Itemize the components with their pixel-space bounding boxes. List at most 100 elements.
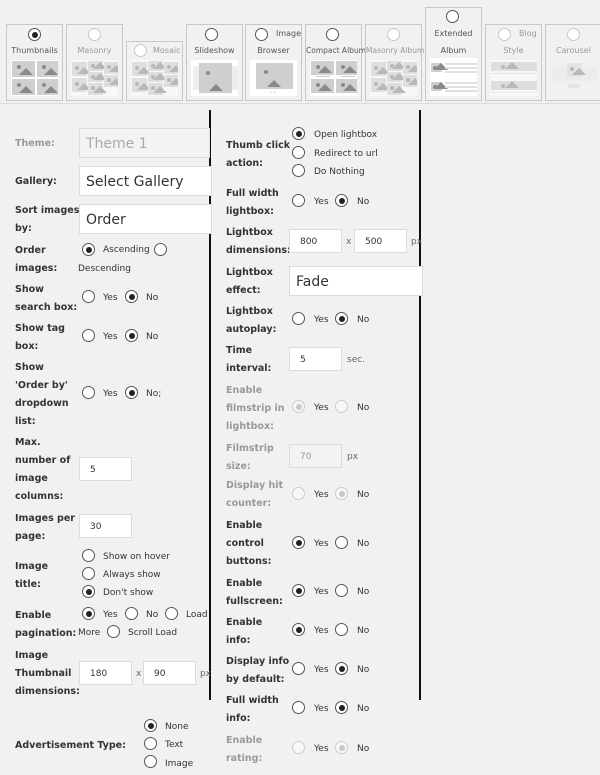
full-width-info-yes-radio[interactable]: [292, 701, 305, 714]
fullscreen-yes-radio[interactable]: [292, 584, 305, 597]
hit-counter-no-radio[interactable]: [335, 487, 348, 500]
thumb-click-nothing-label: Do Nothing: [314, 167, 365, 177]
pagination-label-line: Enable: [15, 610, 52, 621]
control-buttons-no-radio[interactable]: [335, 536, 348, 549]
view-type-extended-album[interactable]: Extended Album: [425, 7, 482, 101]
mosaic-preview-icon: [131, 60, 178, 96]
tag-box-yes-radio[interactable]: [82, 329, 95, 342]
image-title-always-label: Always show: [103, 570, 161, 580]
image-title-always-radio[interactable]: [82, 567, 95, 580]
thumb-click-lightbox-radio[interactable]: [292, 127, 305, 140]
order-descending-radio[interactable]: [154, 243, 167, 256]
images-per-page-input[interactable]: 30: [79, 514, 132, 538]
thumbnail-width-input[interactable]: 180: [79, 661, 132, 685]
autoplay-no-radio[interactable]: [335, 312, 348, 325]
pagination-load-more-radio[interactable]: [165, 607, 178, 620]
view-type-compact-album[interactable]: Compact Album: [305, 24, 366, 101]
full-width-lightbox-no-radio[interactable]: [335, 194, 348, 207]
pagination-no-radio[interactable]: [125, 607, 138, 620]
order-by-no-radio[interactable]: [125, 386, 138, 399]
thumb-click-label: Thumb click action:: [226, 137, 290, 173]
view-type-blog-style[interactable]: Blog Style: [485, 24, 542, 101]
pagination-scroll-load-radio[interactable]: [107, 625, 120, 638]
image-title-hover-radio[interactable]: [82, 549, 95, 562]
view-type-extended-album-radio[interactable]: [446, 10, 459, 23]
info-default-no-radio[interactable]: [335, 662, 348, 675]
masonry-preview-icon: [71, 60, 118, 96]
order-images-label: Order images:: [15, 242, 57, 278]
view-type-image-browser-radio[interactable]: [255, 28, 268, 41]
autoplay-yes-label: Yes: [314, 315, 329, 325]
lightbox-effect-label-line: effect:: [226, 285, 261, 296]
view-type-blog-style-radio[interactable]: [498, 28, 511, 41]
ad-text-radio[interactable]: [144, 737, 157, 750]
hit-counter-yes-radio[interactable]: [292, 487, 305, 500]
filmstrip-label-line: Enable: [226, 385, 263, 396]
view-type-image-browser[interactable]: Image Browser ‹ ›: [245, 24, 302, 101]
autoplay-yes-radio[interactable]: [292, 312, 305, 325]
view-type-carousel[interactable]: Carousel: [545, 24, 600, 101]
info-no-radio[interactable]: [335, 623, 348, 636]
lightbox-effect-select[interactable]: Fade: [289, 266, 423, 296]
ad-none-radio[interactable]: [144, 719, 157, 732]
filmstrip-no-radio[interactable]: [335, 400, 348, 413]
view-type-mosaic[interactable]: Mosaic: [126, 41, 183, 101]
fullscreen-no-radio[interactable]: [335, 584, 348, 597]
search-box-label-line: search box:: [15, 302, 78, 313]
rating-no-radio[interactable]: [335, 741, 348, 754]
rating-yes-label: Yes: [314, 744, 329, 754]
theme-select[interactable]: Theme 1: [79, 128, 210, 158]
image-title-label-line: Image: [15, 561, 49, 572]
time-interval-input[interactable]: 5: [289, 347, 342, 371]
thumbnail-dims-separator: x: [136, 669, 142, 679]
view-type-carousel-radio[interactable]: [567, 28, 580, 41]
view-type-mosaic-radio[interactable]: [134, 44, 147, 57]
full-width-info-label-line: info:: [226, 713, 251, 724]
thumb-click-redirect-radio[interactable]: [292, 146, 305, 159]
view-type-compact-album-radio[interactable]: [326, 28, 339, 41]
filmstrip-size-input[interactable]: 70: [289, 444, 342, 468]
view-type-masonry-album[interactable]: Masonry Album: [365, 24, 424, 101]
info-yes-radio[interactable]: [292, 623, 305, 636]
search-box-no-radio[interactable]: [125, 290, 138, 303]
lightbox-effect-label: Lightbox effect:: [226, 264, 273, 300]
rating-yes-radio[interactable]: [292, 741, 305, 754]
pagination-yes-radio[interactable]: [82, 607, 95, 620]
thumbnails-preview-icon: [11, 60, 58, 96]
thumbnail-height-input[interactable]: 90: [143, 661, 196, 685]
full-width-lightbox-label-line: Full width: [226, 188, 279, 199]
order-ascending-radio[interactable]: [82, 243, 95, 256]
view-type-masonry-album-radio[interactable]: [387, 28, 400, 41]
pagination-load-more-label: Load: [186, 610, 208, 620]
order-by-no-label: No;: [146, 389, 162, 399]
tag-box-no-radio[interactable]: [125, 329, 138, 342]
view-type-slideshow[interactable]: Slideshow: [186, 24, 243, 101]
full-width-info-label-line: Full width: [226, 695, 279, 706]
sort-select[interactable]: Order: [79, 204, 212, 234]
hit-counter-yes-label: Yes: [314, 490, 329, 500]
lightbox-height-input[interactable]: 500: [354, 229, 407, 253]
view-type-thumbnails[interactable]: Thumbnails: [6, 24, 63, 101]
full-width-lightbox-no-label: No: [357, 197, 370, 207]
info-default-yes-radio[interactable]: [292, 662, 305, 675]
image-title-dont-show-radio[interactable]: [82, 585, 95, 598]
tag-box-label: Show tag box:: [15, 320, 65, 356]
control-buttons-yes-radio[interactable]: [292, 536, 305, 549]
thumb-click-nothing-radio[interactable]: [292, 164, 305, 177]
filmstrip-yes-radio[interactable]: [292, 400, 305, 413]
image-title-dont-show-label: Don't show: [103, 588, 154, 598]
full-width-lightbox-yes-label: Yes: [314, 197, 329, 207]
view-type-thumbnails-radio[interactable]: [28, 28, 41, 41]
ad-image-radio[interactable]: [144, 755, 157, 768]
max-columns-input[interactable]: 5: [79, 457, 132, 481]
full-width-info-no-radio[interactable]: [335, 701, 348, 714]
view-type-slideshow-radio[interactable]: [205, 28, 218, 41]
view-type-masonry[interactable]: Masonry: [66, 24, 123, 101]
order-by-yes-radio[interactable]: [82, 386, 95, 399]
view-type-masonry-radio[interactable]: [88, 28, 101, 41]
max-columns-label-line: image: [15, 473, 48, 484]
search-box-yes-radio[interactable]: [82, 290, 95, 303]
lightbox-width-input[interactable]: 800: [289, 229, 342, 253]
full-width-lightbox-yes-radio[interactable]: [292, 194, 305, 207]
gallery-select[interactable]: Select Gallery: [79, 166, 212, 196]
